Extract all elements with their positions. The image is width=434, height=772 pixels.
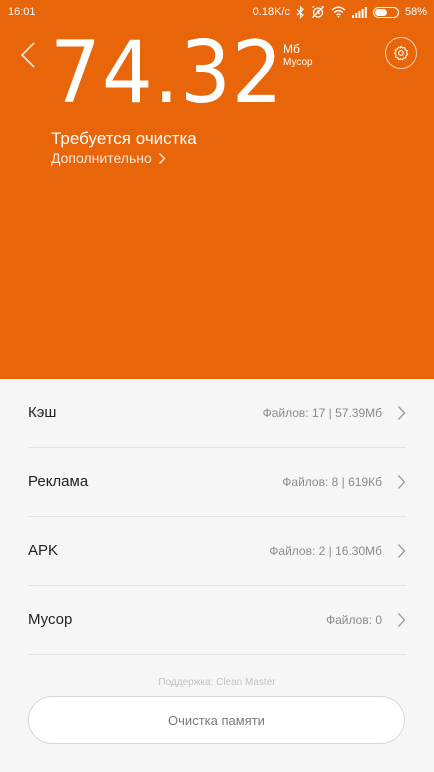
- junk-size-unit: Мб: [283, 42, 300, 56]
- status-time: 16:01: [8, 6, 36, 18]
- header-panel: 16:01 0.18K/c 58% 74.32 Мб Мусор Требует…: [0, 0, 434, 379]
- category-row-cache[interactable]: Кэш Файлов: 17 | 57.39Мб: [28, 379, 406, 448]
- junk-size-label: Мусор: [283, 57, 313, 68]
- bluetooth-icon: [296, 5, 305, 19]
- alarm-off-icon: [311, 5, 325, 19]
- wifi-icon: [331, 6, 346, 18]
- category-info: Файлов: 8 | 619Кб: [282, 475, 382, 489]
- chevron-right-icon: [398, 406, 406, 420]
- more-details-link[interactable]: Дополнительно: [51, 150, 166, 166]
- battery-percent: 58%: [404, 6, 427, 18]
- category-label: Реклама: [28, 473, 89, 490]
- support-credit: Поддержка: Clean Master: [158, 677, 276, 688]
- battery-level: [374, 8, 387, 16]
- category-row-ads[interactable]: Реклама Файлов: 8 | 619Кб: [28, 448, 406, 517]
- category-info: Файлов: 0: [325, 613, 382, 627]
- category-info: Файлов: 17 | 57.39Мб: [262, 406, 382, 420]
- chevron-right-icon: [158, 152, 166, 164]
- junk-category-list: Кэш Файлов: 17 | 57.39Мб Реклама Файлов:…: [0, 379, 434, 655]
- chevron-right-icon: [398, 544, 406, 558]
- settings-button[interactable]: [385, 37, 417, 69]
- status-icons: 0.18K/c 58%: [253, 4, 427, 20]
- signal-icon: [351, 6, 367, 18]
- chevron-right-icon: [398, 613, 406, 627]
- junk-size-value: 74.32: [50, 23, 284, 123]
- cleanup-status: Требуется очистка: [51, 129, 197, 148]
- category-label: Мусор: [28, 611, 73, 628]
- category-row-apk[interactable]: APK Файлов: 2 | 16.30Мб: [28, 517, 406, 586]
- category-row-junk[interactable]: Мусор Файлов: 0: [28, 586, 406, 655]
- network-speed: 0.18K/c: [252, 6, 290, 18]
- category-label: APK: [28, 542, 59, 559]
- battery-icon: [372, 6, 399, 18]
- status-bar: 16:01 0.18K/c 58%: [0, 0, 434, 24]
- back-button[interactable]: [14, 40, 44, 70]
- category-label: Кэш: [28, 404, 57, 421]
- back-arrow-icon: [20, 42, 35, 68]
- more-details-label: Дополнительно: [51, 150, 152, 166]
- chevron-right-icon: [398, 475, 406, 489]
- clean-memory-button[interactable]: Очистка памяти: [28, 696, 405, 744]
- gear-icon: [393, 45, 409, 61]
- category-info: Файлов: 2 | 16.30Мб: [269, 544, 382, 558]
